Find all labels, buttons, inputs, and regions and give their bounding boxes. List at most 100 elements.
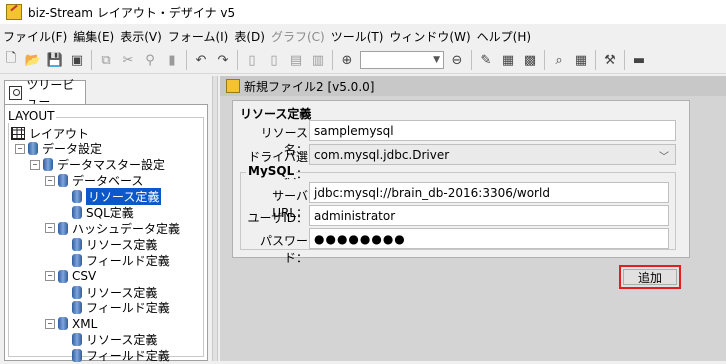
tree-item[interactable]: SQL定義 (60, 205, 134, 221)
menu-view[interactable]: 表示(V) (117, 28, 165, 45)
tree-item[interactable]: − ハッシュデータ定義 (45, 220, 180, 236)
document-header: 新規ファイル2 [v5.0.0] (220, 76, 726, 96)
tree-expander-icon[interactable]: − (45, 175, 55, 186)
preview-icon[interactable]: ⌕ (550, 51, 568, 69)
tools-icon[interactable]: ⚒ (601, 51, 619, 69)
tree-item-label: データ設定 (42, 142, 103, 157)
page3-icon[interactable]: ▤ (287, 51, 305, 69)
tree-expander-icon[interactable]: − (45, 318, 55, 329)
grid-icon (11, 126, 25, 140)
toolbar: 🗋 📂 💾 ▣ ⧉ ✂ ⚲ ▮ ↶ ↷ ▯ ▯ ▤ ▥ ⊕ ▼ ⊖ ✎ ▦ ▩ … (0, 47, 726, 74)
tree-item[interactable]: − データベース (45, 173, 143, 189)
database-icon (58, 317, 68, 331)
tree-item[interactable]: リソース定義 (60, 332, 157, 348)
page2-icon[interactable]: ▯ (265, 51, 283, 69)
save-icon[interactable]: 💾 (46, 51, 64, 69)
user-id-field[interactable]: administrator (309, 205, 669, 226)
database-icon (72, 349, 82, 363)
page-icon[interactable]: ▯ (243, 51, 261, 69)
document-title: 新規ファイル2 [v5.0.0] (244, 79, 375, 94)
splitter[interactable] (212, 76, 218, 361)
tree-item[interactable]: フィールド定義 (60, 252, 170, 268)
database-icon (58, 269, 68, 283)
undo-icon[interactable]: ↶ (192, 51, 210, 69)
section-title: リソース定義 (240, 107, 312, 121)
toolbar-separator (332, 50, 333, 70)
grid-icon[interactable]: ▩ (521, 51, 539, 69)
zoom-combo[interactable]: ▼ (360, 51, 444, 69)
database-icon (28, 142, 38, 156)
tree-expander-icon[interactable]: − (45, 223, 55, 234)
driver-select[interactable]: com.mysql.jdbc.Driver ﹀ (309, 144, 676, 165)
resource-name-field[interactable]: samplemysql (309, 120, 676, 141)
page4-icon[interactable]: ▥ (309, 51, 327, 69)
paste-icon[interactable]: ⚲ (141, 51, 159, 69)
database-icon (72, 253, 82, 267)
tree-item[interactable]: リソース定義 (60, 236, 157, 252)
save-all-icon[interactable]: ▣ (68, 51, 86, 69)
menu-graph[interactable]: グラフ(C) (268, 28, 328, 45)
tree-item[interactable]: − XML (45, 316, 97, 332)
tree-item-label: データベース (72, 174, 144, 189)
tree-item[interactable]: レイアウト (11, 125, 89, 141)
tree-item-label: フィールド定義 (86, 349, 170, 364)
table-icon[interactable]: ▦ (499, 51, 517, 69)
tree-item-label: フィールド定義 (86, 301, 170, 316)
edit-icon[interactable]: ✎ (477, 51, 495, 69)
tree-expander-icon[interactable]: − (30, 159, 40, 170)
password-field[interactable]: ●●●●●●●● (309, 228, 669, 249)
database-icon (72, 190, 82, 204)
tree-item[interactable]: リソース定義 (60, 188, 162, 206)
server-url-field[interactable]: jdbc:mysql://brain_db-2016:3306/world (309, 182, 669, 203)
layout-group-title: LAYOUT (6, 109, 57, 123)
menu-file[interactable]: ファイル(F) (0, 28, 70, 45)
password-value: ●●●●●●●● (314, 231, 406, 246)
menu-window[interactable]: ウィンドウ(W) (386, 28, 473, 45)
cut-icon[interactable]: ✂ (119, 51, 137, 69)
tree-item-label: リソース定義 (86, 237, 158, 252)
tree-item[interactable]: − CSV (45, 268, 96, 284)
app-icon (6, 4, 22, 20)
chevron-down-icon: ▼ (433, 55, 440, 65)
open-folder-icon[interactable]: 📂 (24, 51, 42, 69)
resource-name-value: samplemysql (314, 123, 394, 138)
tree-item-label: リソース定義 (86, 188, 162, 206)
tree-item[interactable]: フィールド定義 (60, 348, 170, 364)
mysql-title: MySQL (246, 164, 297, 178)
tree-item-label: フィールド定義 (86, 253, 170, 268)
tree-expander-icon[interactable]: − (45, 271, 55, 282)
delete-icon[interactable]: ▮ (163, 51, 181, 69)
menu-form[interactable]: フォーム(I) (165, 28, 232, 45)
toolbar-separator (544, 50, 545, 70)
tree-item-label: XML (72, 316, 98, 331)
tree-item[interactable]: フィールド定義 (60, 300, 170, 316)
menu-help[interactable]: ヘルプ(H) (474, 28, 534, 45)
tree-item[interactable]: リソース定義 (60, 284, 157, 300)
menu-tools[interactable]: ツール(T) (328, 28, 387, 45)
tree-item[interactable]: − データマスター設定 (30, 157, 165, 173)
zoom-in-icon[interactable]: ⊕ (338, 51, 356, 69)
tree-item-label: SQL定義 (86, 206, 134, 220)
user-id-label: ユーザID： (247, 211, 308, 225)
form-icon[interactable]: ▬ (630, 51, 648, 69)
database-icon (58, 174, 68, 188)
tab-tree-view[interactable]: ツリービュー (4, 78, 86, 109)
server-url-value: jdbc:mysql://brain_db-2016:3306/world (314, 185, 550, 200)
copy-icon[interactable]: ⧉ (97, 51, 115, 69)
menu-table[interactable]: 表(D) (231, 28, 268, 45)
barcode-icon[interactable]: ▦ (572, 51, 590, 69)
add-button-label: 追加 (637, 270, 662, 285)
zoom-out-icon[interactable]: ⊖ (448, 51, 466, 69)
tree-expander-icon[interactable]: − (15, 143, 25, 154)
driver-value: com.mysql.jdbc.Driver (314, 147, 450, 162)
redo-icon[interactable]: ↷ (214, 51, 232, 69)
user-id-value: administrator (314, 208, 396, 223)
new-file-icon[interactable]: 🗋 (2, 51, 20, 69)
title-bar: biz-Stream レイアウト・デザイナ v5 (0, 0, 726, 24)
tree-view-icon (9, 85, 23, 100)
tree-item-label: ハッシュデータ定義 (72, 221, 181, 236)
add-button[interactable]: 追加 (619, 265, 681, 289)
tree-item[interactable]: − データ設定 (15, 141, 102, 157)
menu-edit[interactable]: 編集(E) (70, 28, 117, 45)
toolbar-separator (91, 50, 92, 70)
